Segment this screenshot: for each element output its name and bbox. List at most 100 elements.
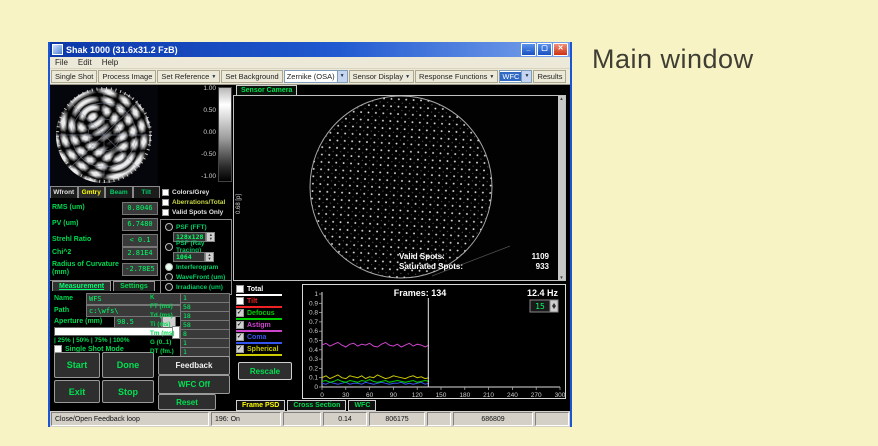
results-button[interactable]: Results (533, 70, 566, 83)
y-tick-label: 0.5 (309, 338, 318, 345)
process-image-button[interactable]: Process Image (98, 70, 156, 83)
legend-coma[interactable]: ✓Coma (236, 333, 296, 344)
legend-checkbox[interactable]: ✓ (236, 321, 244, 329)
option-colors-grey[interactable]: Colors/Grey (160, 187, 232, 197)
option-label: Aberrations/Total (172, 199, 225, 206)
spinner-arrows[interactable]: ▲▼ (205, 252, 214, 262)
radio-psf-ray-tracing[interactable]: PSF (Ray Tracing) (163, 242, 231, 252)
tab-beam[interactable]: Beam (105, 186, 133, 198)
radio-interferogram[interactable]: Interferogram (163, 262, 231, 272)
zernike-osa-combo[interactable]: Zernike (OSA)▼ (284, 70, 348, 83)
legend-row: Total (236, 285, 296, 293)
x-tick-label: 270 (531, 392, 542, 399)
colorbar-tick-label: -1.00 (174, 173, 216, 180)
wfc-combo[interactable]: WFC▼ (499, 70, 532, 83)
radio-icon[interactable] (165, 243, 173, 251)
minimize-button[interactable]: _ (521, 43, 536, 56)
tab-wfc[interactable]: WFC (348, 400, 376, 411)
tab-frame-psd[interactable]: Frame PSD (236, 400, 285, 411)
chart-bottom-tabs: Frame PSDCross SectionWFC (236, 400, 376, 411)
readout-radius-of-curvature-mm: Radius of Curvature (mm)-2.78E5 (52, 259, 158, 279)
legend-label: Total (247, 286, 263, 293)
reset-button[interactable]: Reset (158, 394, 216, 410)
aperture-label: Aperture (mm) (54, 318, 102, 325)
sensor-display-button[interactable]: Sensor Display▼ (349, 70, 414, 83)
measurement-panel: MeasurementSettings Name WFS Path c:\wfs… (50, 280, 232, 411)
legend-astigm[interactable]: ✓Astigm (236, 321, 296, 332)
tab-cross-section[interactable]: Cross Section (287, 400, 346, 411)
chevron-down-icon[interactable]: ▼ (337, 71, 347, 82)
readout-label: Strehl Ratio (52, 236, 122, 244)
checkbox-icon[interactable] (162, 189, 169, 196)
checkbox-icon[interactable] (162, 209, 169, 216)
menu-help[interactable]: Help (97, 58, 123, 67)
legend-spherical[interactable]: ✓Spherical (236, 345, 296, 356)
radio-psf-fft[interactable]: PSF (FFT) (163, 222, 231, 232)
done-button[interactable]: Done (102, 352, 154, 378)
process-image-label: Process Image (102, 72, 152, 81)
response-functions-button[interactable]: Response Functions▼ (415, 70, 498, 83)
polar-grid-overlay (50, 85, 158, 186)
status-cell-1: 196: On (211, 412, 281, 426)
readout-label: RMS (um) (52, 204, 122, 212)
menu-edit[interactable]: Edit (73, 58, 97, 67)
legend-color-bar (236, 306, 282, 308)
rescale-button[interactable]: Rescale (238, 362, 292, 380)
legend-total[interactable]: Total (236, 285, 296, 296)
feedback-button[interactable]: Feedback (158, 356, 230, 375)
x-tick-label: 240 (507, 392, 518, 399)
y-tick-label: 0.4 (309, 347, 318, 354)
param-tm-ms-label: Tm (ms) (150, 330, 175, 337)
legend-tilt[interactable]: Tilt (236, 297, 296, 308)
legend-checkbox[interactable] (236, 285, 244, 293)
tab-measurement[interactable]: Measurement (52, 281, 111, 291)
x-tick-label: 180 (459, 392, 470, 399)
y-tick-label: 0.2 (309, 365, 318, 372)
menu-file[interactable]: File (50, 58, 73, 67)
tab-gmtry[interactable]: Gmtry (78, 186, 106, 198)
radio-icon[interactable] (165, 263, 173, 271)
wfc-off-button[interactable]: WFC Off (158, 375, 230, 394)
rate-spinner-value: 15 (535, 302, 545, 311)
param-k-label: K (150, 294, 155, 301)
legend-checkbox[interactable]: ✓ (236, 309, 244, 317)
tab-settings[interactable]: Settings (113, 281, 155, 291)
legend-label: Astigm (247, 322, 271, 329)
name-label: Name (54, 295, 73, 302)
chevron-down-icon: ▼ (489, 74, 494, 80)
chevron-down-icon[interactable]: ▼ (521, 71, 531, 82)
stop-button[interactable]: Stop (102, 380, 154, 403)
x-tick-label: 300 (555, 392, 566, 399)
tab-tilt[interactable]: Tilt (133, 186, 161, 198)
option-valid-spots-only[interactable]: Valid Spots Only (160, 207, 232, 217)
readout-rms-um: RMS (um)0.8046 (52, 201, 158, 215)
checkbox-icon[interactable] (162, 199, 169, 206)
colorbar-tick-label: -0.50 (174, 151, 216, 158)
tab-wfront[interactable]: Wfront (50, 186, 78, 198)
x-tick-label: 210 (483, 392, 494, 399)
legend-label: Spherical (247, 346, 279, 353)
close-button[interactable]: ✕ (553, 43, 568, 56)
legend-checkbox[interactable]: ✓ (236, 333, 244, 341)
legend-checkbox[interactable]: ✓ (236, 345, 244, 353)
legend-row: Tilt (236, 297, 296, 305)
camera-scrollbar[interactable]: ▲▼ (558, 96, 565, 280)
radio-icon[interactable] (165, 223, 173, 231)
single-shot-button[interactable]: Single Shot (51, 70, 97, 83)
param-dt-fm-label: DT (fm.) (150, 348, 174, 355)
set-background-button[interactable]: Set Background (221, 70, 282, 83)
menu-bar: FileEditHelp (50, 57, 570, 69)
legend-row: ✓Spherical (236, 345, 296, 353)
legend-defocus[interactable]: ✓Defocus (236, 309, 296, 320)
y-tick-label: 0.8 (309, 310, 318, 317)
title-bar[interactable]: Shak 1000 (31.6x31.2 FzB) _ ▢ ✕ (50, 42, 570, 57)
legend-label: Defocus (247, 310, 275, 317)
valid-spots-label: Valid Spots: (399, 252, 445, 262)
legend-checkbox[interactable] (236, 297, 244, 305)
maximize-button[interactable]: ▢ (537, 43, 552, 56)
frames-title: Frames: 134 (394, 288, 447, 298)
option-aberrations-total[interactable]: Aberrations/Total (160, 197, 232, 207)
start-button[interactable]: Start (54, 352, 100, 378)
exit-button[interactable]: Exit (54, 380, 100, 403)
set-reference-button[interactable]: Set Reference▼ (157, 70, 220, 83)
